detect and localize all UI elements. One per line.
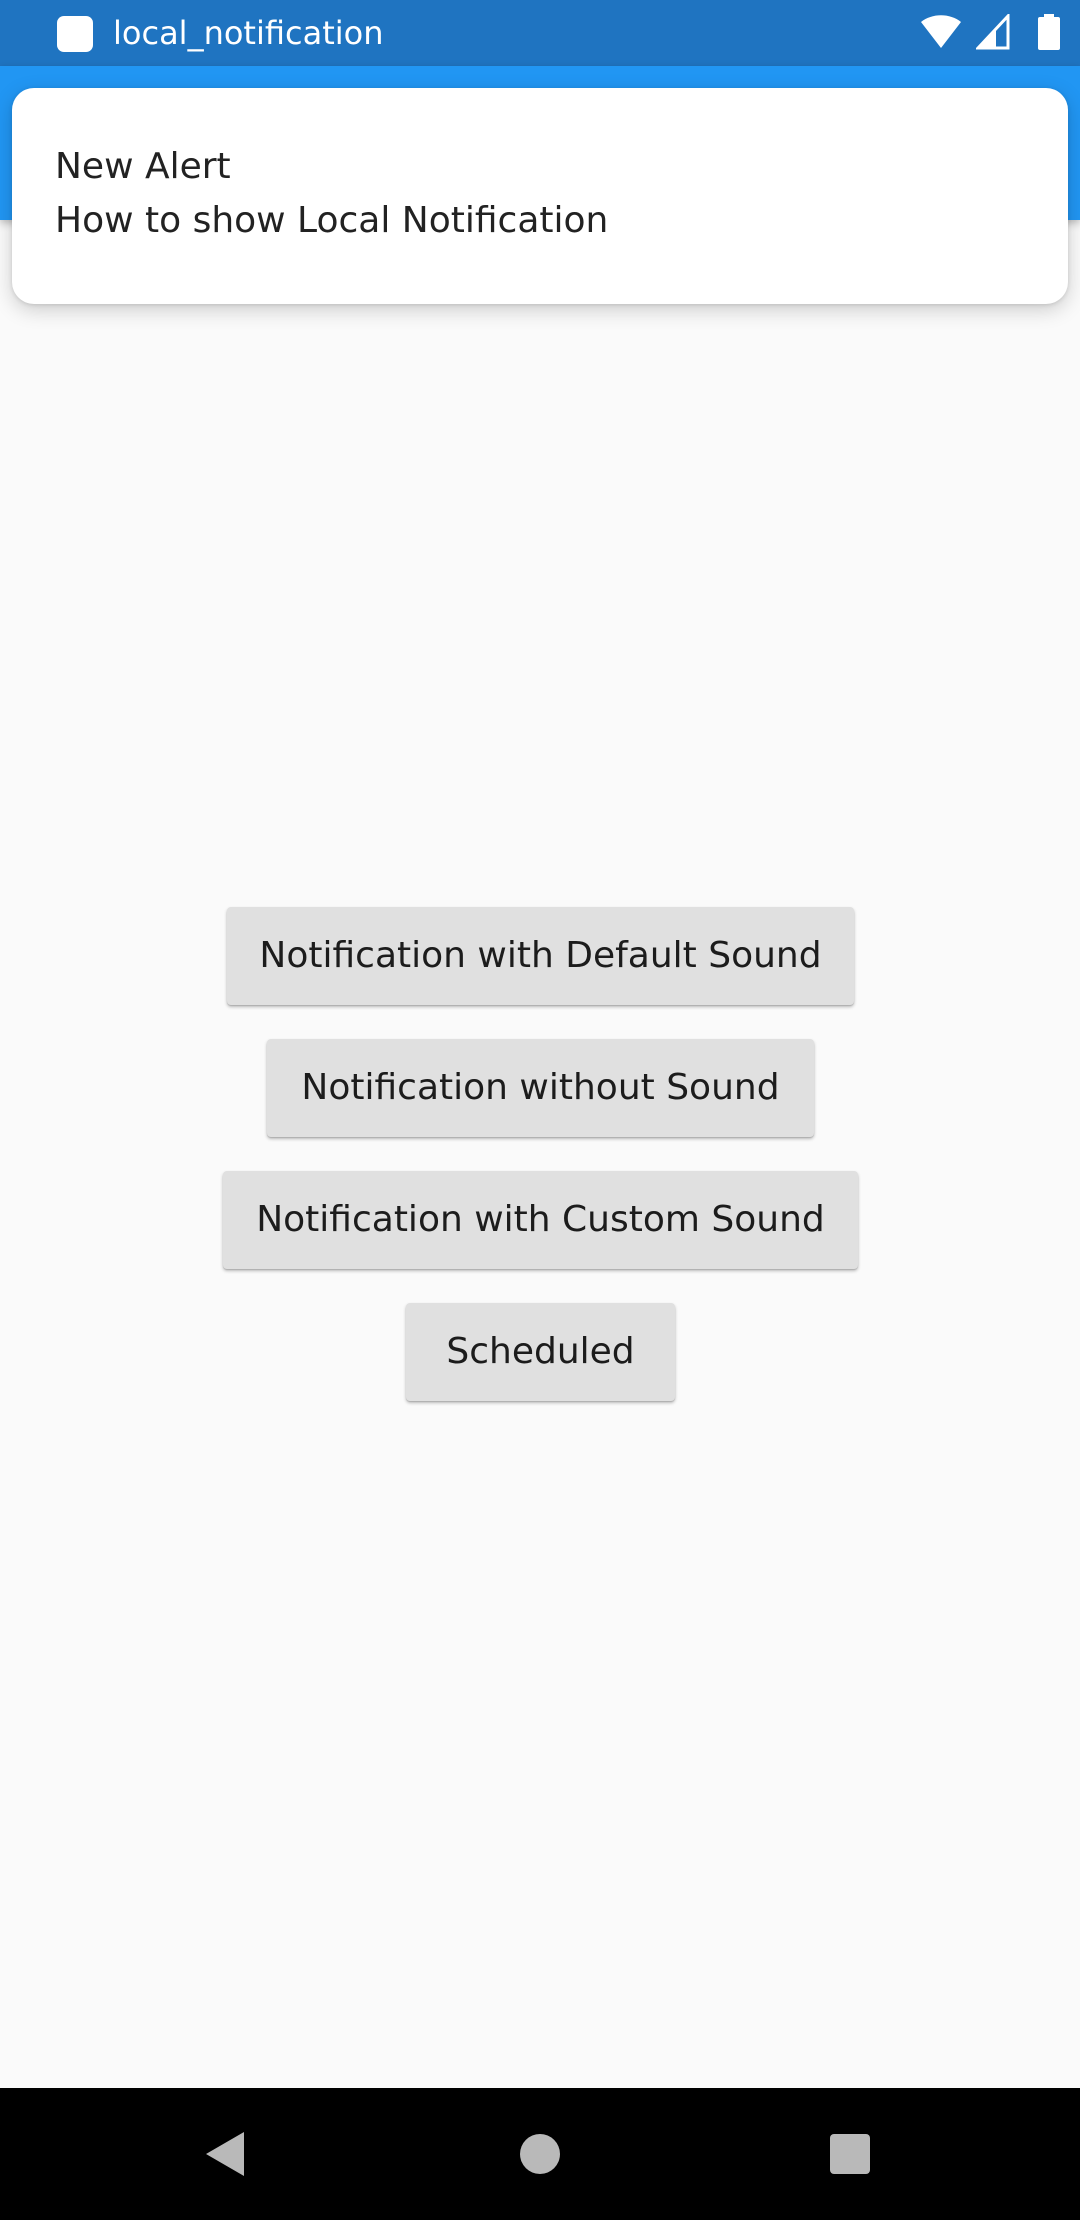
notification-text: How to show Local Notification xyxy=(55,200,609,241)
no-sound-button[interactable]: Notification without Sound xyxy=(267,1039,814,1137)
heads-up-notification[interactable]: New Alert How to show Local Notification xyxy=(12,88,1068,304)
recents-icon[interactable] xyxy=(830,2134,870,2174)
battery-icon xyxy=(1038,14,1060,50)
signal-icon xyxy=(976,14,1010,50)
status-app-name: local_notification xyxy=(113,14,384,52)
app-icon xyxy=(57,16,93,52)
notification-title: New Alert xyxy=(55,146,231,187)
default-sound-button[interactable]: Notification with Default Sound xyxy=(227,907,854,1005)
back-icon[interactable] xyxy=(204,2130,248,2178)
scheduled-button[interactable]: Scheduled xyxy=(406,1303,675,1401)
custom-sound-button[interactable]: Notification with Custom Sound xyxy=(223,1171,858,1269)
navigation-bar xyxy=(0,2088,1080,2220)
wifi-icon xyxy=(921,15,961,48)
home-icon[interactable] xyxy=(520,2134,560,2174)
status-bar: local_notification xyxy=(0,0,1080,66)
